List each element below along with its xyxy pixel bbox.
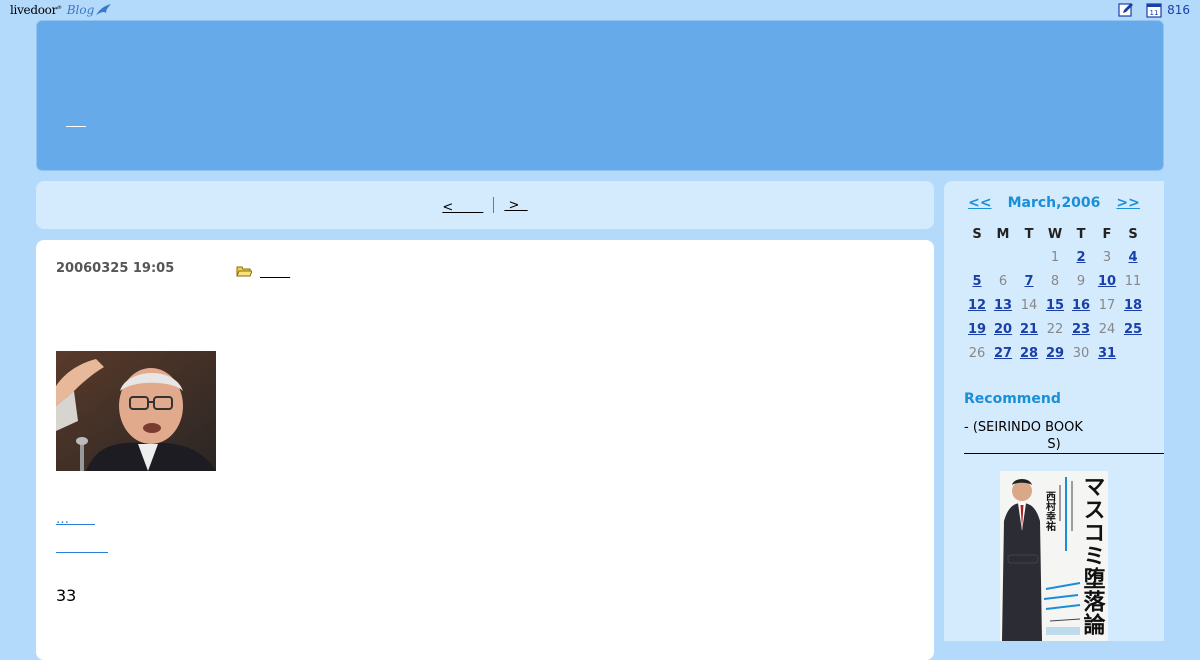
calendar-day-20[interactable]: 20 bbox=[990, 317, 1016, 341]
calendar-day-16[interactable]: 16 bbox=[1068, 293, 1094, 317]
weekday-label: W bbox=[1047, 226, 1063, 242]
weekday-label: S bbox=[1128, 226, 1138, 242]
recommend-title: Recommend bbox=[964, 391, 1061, 407]
recommend-item-line1: - (SEIRINDO BOOK bbox=[964, 420, 1083, 435]
calendar-day-28[interactable]: 28 bbox=[1016, 341, 1042, 365]
calendar-week: 26 27 28 29 30 31 bbox=[964, 341, 1146, 365]
entry-photo bbox=[56, 351, 216, 471]
dolphin-icon bbox=[96, 4, 112, 15]
calendar-day-30: 30 bbox=[1072, 345, 1090, 361]
calendar-day-4[interactable]: 4 bbox=[1120, 245, 1146, 269]
calendar-icon[interactable]: 11 bbox=[1145, 1, 1163, 19]
calendar-table: S M T W T F S 1 2 3 4 5 6 7 8 9 10 11 12 13 14 15 16 17 1… bbox=[964, 223, 1146, 365]
book-title: マスコミ堕落論 bbox=[1080, 475, 1106, 636]
weekday-label: T bbox=[1024, 226, 1034, 242]
calendar-day-1: 1 bbox=[1050, 249, 1060, 265]
calendar-header: << March,2006 >> bbox=[944, 195, 1164, 211]
calendar-day-26: 26 bbox=[968, 345, 986, 361]
calendar-body: 1 2 3 4 5 6 7 8 9 10 11 12 13 14 15 16 17 18 19 20 21 22 23 24 2… bbox=[964, 245, 1146, 365]
calendar-day-27[interactable]: 27 bbox=[990, 341, 1016, 365]
logo-blog-text: Blog bbox=[66, 3, 95, 17]
entry-link-more[interactable] bbox=[56, 536, 108, 555]
blog-header-banner bbox=[36, 20, 1164, 171]
entry-number: 33 bbox=[56, 586, 77, 605]
recommend-item-link[interactable]: - (SEIRINDO BOOK S) bbox=[964, 419, 1164, 454]
calendar-day-17: 17 bbox=[1098, 297, 1116, 313]
calendar-day-29[interactable]: 29 bbox=[1042, 341, 1068, 365]
weekday-label: T bbox=[1076, 226, 1086, 242]
calendar-day-18[interactable]: 18 bbox=[1120, 293, 1146, 317]
calendar-day-22: 22 bbox=[1046, 321, 1064, 337]
calendar-day-11: 11 bbox=[1124, 273, 1142, 289]
calendar-day-21[interactable]: 21 bbox=[1016, 317, 1042, 341]
book-cover-image[interactable]: 西村幸祐 マスコミ堕落論 bbox=[1000, 471, 1108, 641]
calendar-day-9: 9 bbox=[1076, 273, 1086, 289]
calendar-week: 19 20 21 22 23 24 25 bbox=[964, 317, 1146, 341]
calendar-empty-cell bbox=[990, 245, 1016, 269]
top-icons: 11 816 bbox=[1117, 1, 1190, 19]
svg-text:11: 11 bbox=[1150, 9, 1159, 17]
calendar-week: 1234 bbox=[964, 245, 1146, 269]
calendar-week: 5 6 7 8 9 10 11 bbox=[964, 269, 1146, 293]
recommend-item-line2: S) bbox=[1047, 437, 1061, 452]
calendar-prev-month[interactable]: << bbox=[968, 195, 991, 211]
calendar-day-3: 3 bbox=[1102, 249, 1112, 265]
top-bar: livedoor ® Blog 11 816 bbox=[0, 0, 1200, 20]
calendar-day-13[interactable]: 13 bbox=[990, 293, 1016, 317]
livedoor-blog-logo[interactable]: livedoor ® Blog bbox=[10, 1, 113, 19]
blog-entry: 20060325 19:05 … 33 bbox=[36, 240, 934, 660]
calendar-empty-cell bbox=[964, 245, 990, 269]
calendar-empty-cell bbox=[1120, 341, 1146, 365]
weekday-label: M bbox=[996, 226, 1010, 242]
calendar-day-24: 24 bbox=[1098, 321, 1116, 337]
entry-date: 20060325 19:05 bbox=[56, 261, 175, 276]
calendar-day-6: 6 bbox=[998, 273, 1008, 289]
calendar-day-2[interactable]: 2 bbox=[1068, 245, 1094, 269]
weekday-label: F bbox=[1102, 226, 1112, 242]
calendar-day-19[interactable]: 19 bbox=[964, 317, 990, 341]
visitor-counter: 816 bbox=[1167, 3, 1190, 17]
calendar-month: March,2006 bbox=[1007, 195, 1101, 211]
folder-icon bbox=[236, 266, 252, 276]
category-link[interactable] bbox=[260, 261, 290, 280]
next-entry-link[interactable]: > bbox=[504, 198, 527, 213]
logo-livedoor-text: livedoor bbox=[10, 3, 58, 17]
calendar-weekdays: S M T W T F S bbox=[964, 223, 1146, 245]
blog-title-dash[interactable] bbox=[66, 126, 86, 127]
calendar-day-23[interactable]: 23 bbox=[1068, 317, 1094, 341]
previous-entry-link[interactable]: < bbox=[442, 196, 483, 215]
nav-separator bbox=[493, 197, 495, 213]
calendar-day-8: 8 bbox=[1050, 273, 1060, 289]
calendar-day-15[interactable]: 15 bbox=[1042, 293, 1068, 317]
calendar-day-5[interactable]: 5 bbox=[964, 269, 990, 293]
entry-link-continue[interactable]: … bbox=[56, 508, 95, 527]
edit-icon[interactable] bbox=[1117, 1, 1135, 19]
calendar-day-25[interactable]: 25 bbox=[1120, 317, 1146, 341]
entry-navigation: < > bbox=[36, 181, 934, 229]
sidebar: << March,2006 >> S M T W T F S 123456789… bbox=[944, 181, 1164, 641]
calendar-day-31[interactable]: 31 bbox=[1094, 341, 1120, 365]
calendar-day-10[interactable]: 10 bbox=[1094, 269, 1120, 293]
calendar-week: 12 13 14 15 16 17 18 bbox=[964, 293, 1146, 317]
calendar-empty-cell bbox=[1016, 245, 1042, 269]
entry-category bbox=[236, 261, 290, 280]
weekday-label: S bbox=[972, 226, 982, 242]
calendar-next-month[interactable]: >> bbox=[1116, 195, 1139, 211]
calendar-day-12[interactable]: 12 bbox=[964, 293, 990, 317]
calendar-day-7[interactable]: 7 bbox=[1016, 269, 1042, 293]
book-author: 西村幸祐 bbox=[1044, 491, 1056, 532]
calendar-day-14: 14 bbox=[1020, 297, 1038, 313]
